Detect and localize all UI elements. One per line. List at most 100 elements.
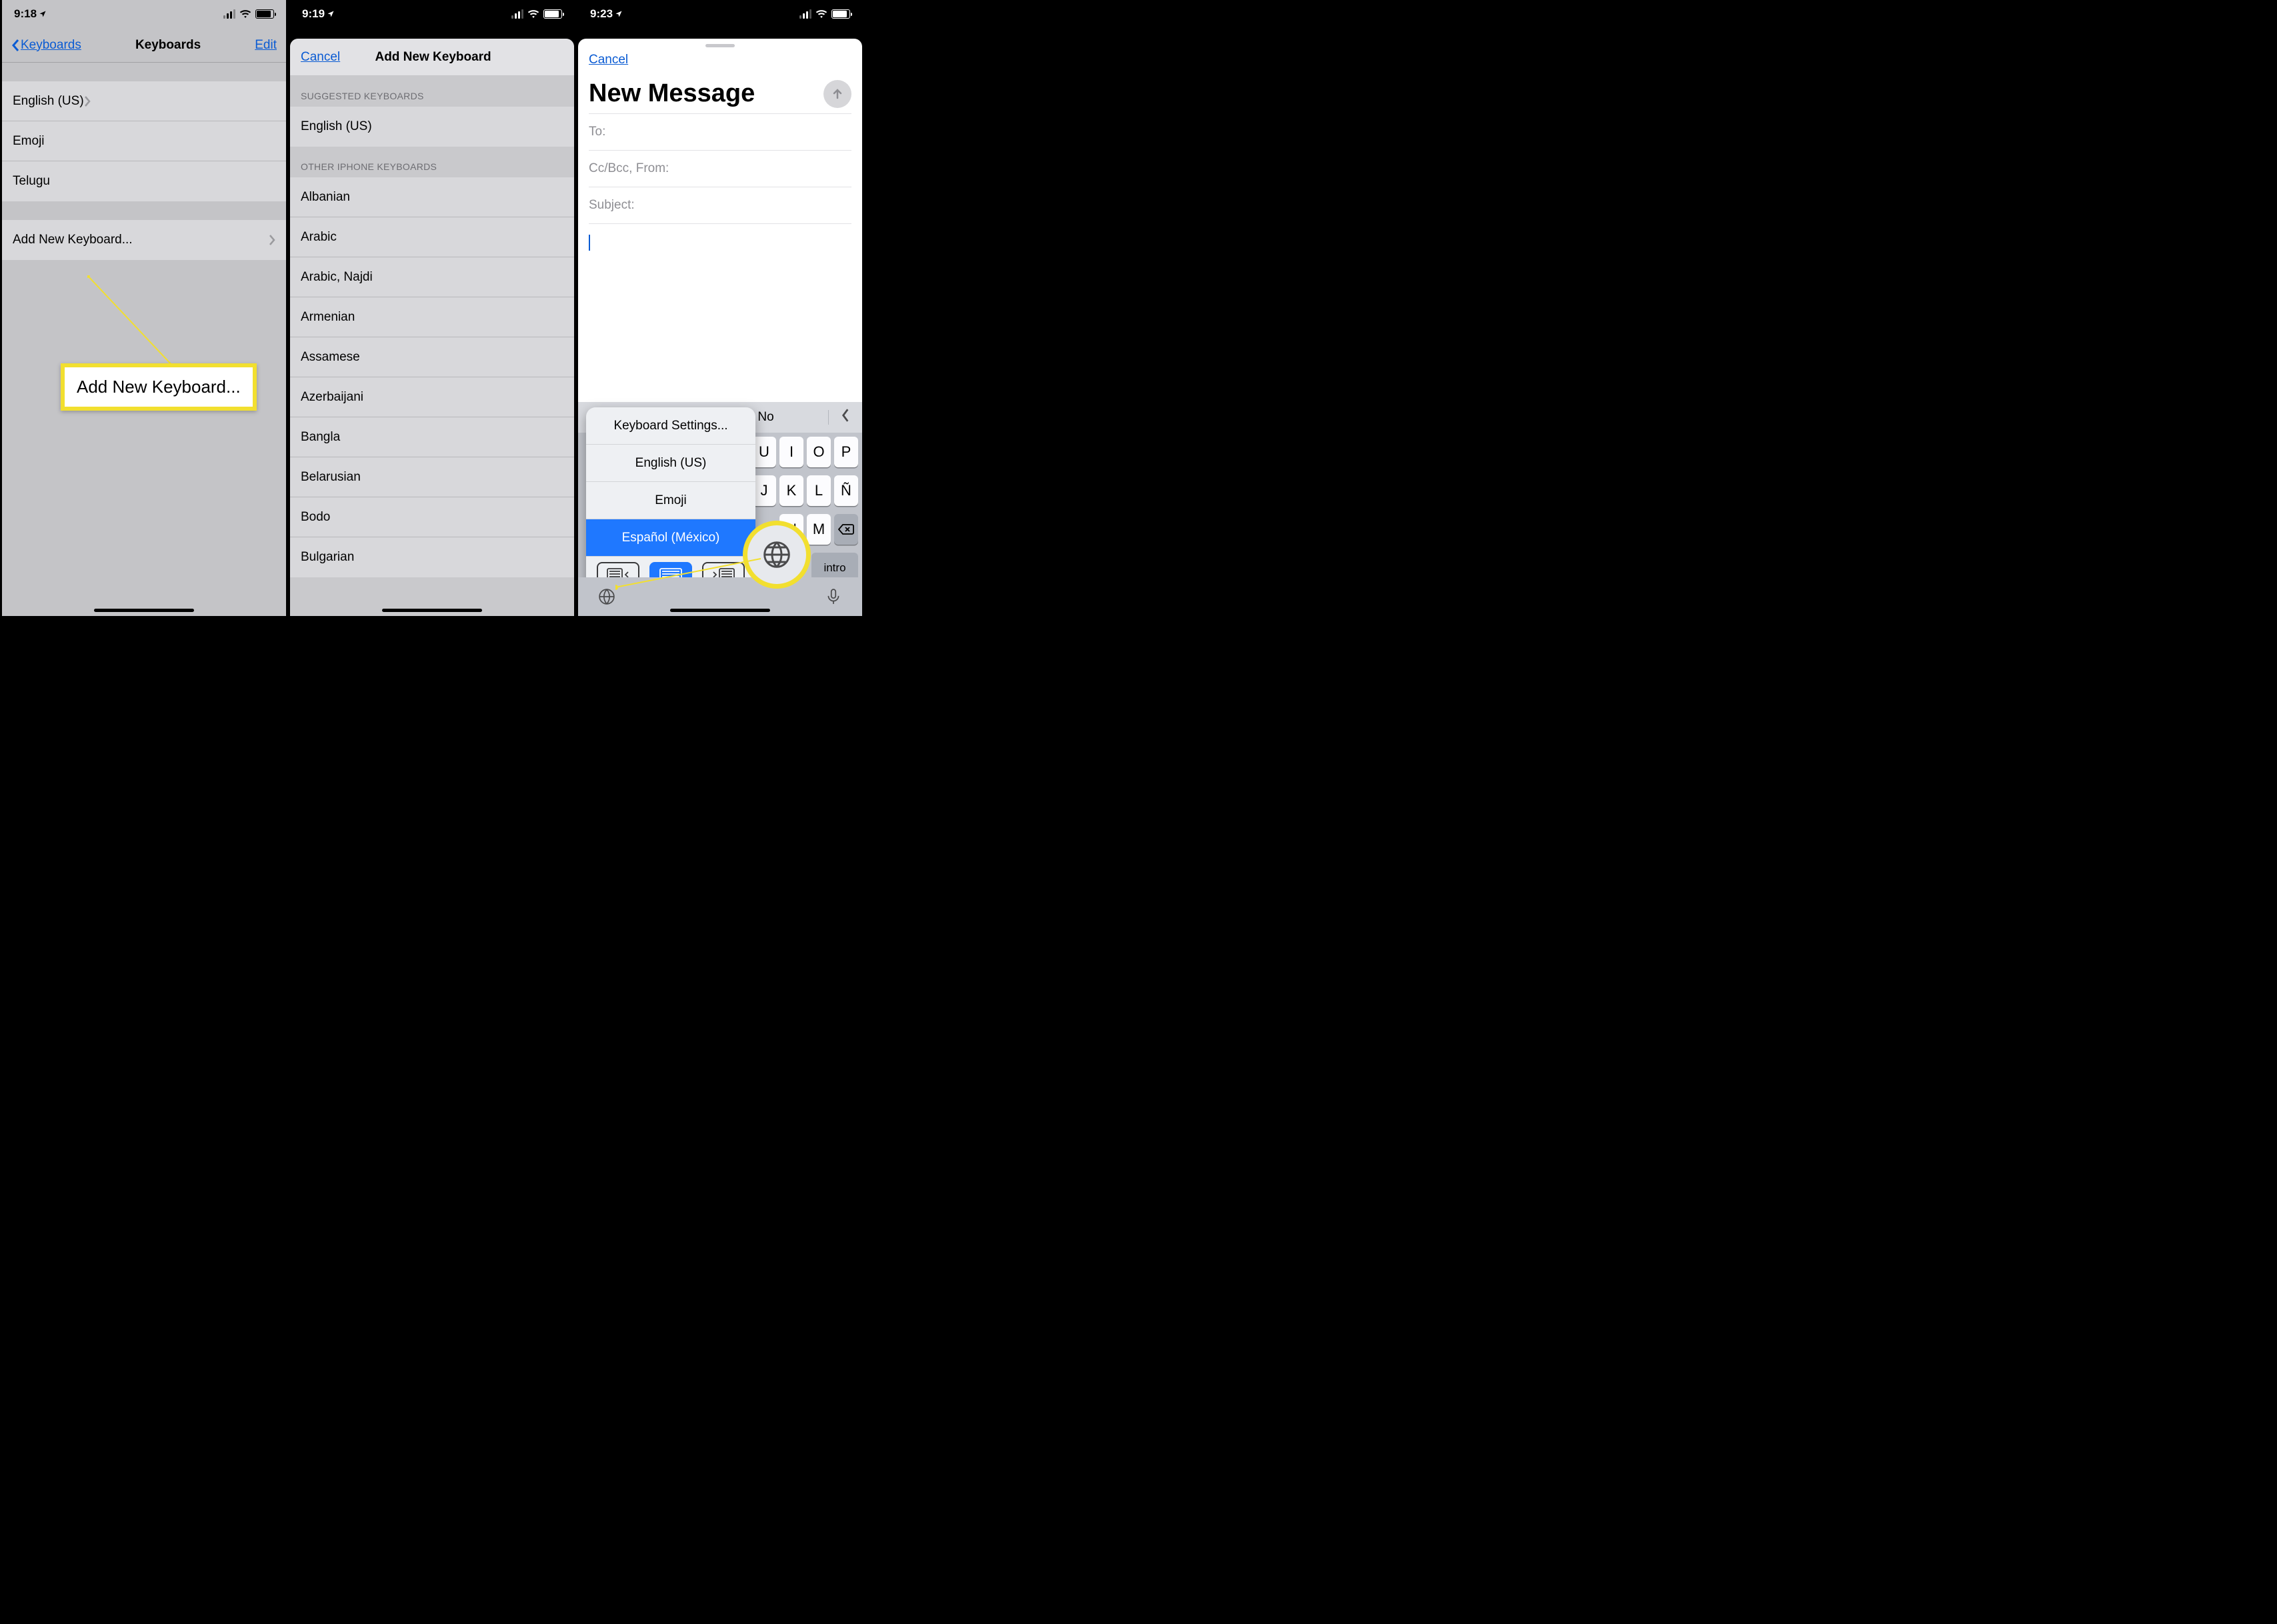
add-keyboard-section: Add New Keyboard... bbox=[2, 220, 286, 260]
other-keyboard-label: Assamese bbox=[301, 350, 360, 365]
backspace-key[interactable] bbox=[834, 514, 858, 545]
add-new-keyboard-row[interactable]: Add New Keyboard... bbox=[2, 220, 286, 260]
key[interactable]: L bbox=[807, 475, 831, 506]
keyboard-label: Telugu bbox=[13, 174, 50, 189]
subject-label: Subject: bbox=[589, 198, 635, 212]
backspace-icon bbox=[838, 523, 854, 535]
key[interactable]: P bbox=[834, 437, 858, 467]
key[interactable]: M bbox=[807, 514, 831, 545]
key[interactable]: K bbox=[779, 475, 803, 506]
battery-icon bbox=[255, 9, 274, 19]
keyboard-switcher-popover: Keyboard Settings... English (US) Emoji … bbox=[586, 407, 755, 593]
signal-icon bbox=[223, 9, 235, 19]
chevron-right-icon bbox=[84, 95, 91, 107]
other-keyboard-label: Arabic, Najdi bbox=[301, 270, 373, 285]
other-keyboard-label: Albanian bbox=[301, 190, 350, 205]
other-keyboard-row[interactable]: Arabic, Najdi bbox=[290, 257, 574, 297]
return-label: intro bbox=[823, 561, 845, 575]
enabled-keyboards-list: English (US) Emoji Telugu bbox=[2, 81, 286, 201]
other-keyboard-row[interactable]: Bulgarian bbox=[290, 537, 574, 577]
key[interactable]: O bbox=[807, 437, 831, 467]
keyboard-settings-option[interactable]: Keyboard Settings... bbox=[586, 407, 755, 445]
signal-icon bbox=[511, 9, 523, 19]
keyboard-option-selected[interactable]: Español (México) bbox=[586, 519, 755, 557]
key-label: O bbox=[813, 443, 824, 461]
home-indicator[interactable] bbox=[94, 609, 194, 612]
status-bar: 9:23 bbox=[578, 0, 862, 28]
edit-button[interactable]: Edit bbox=[255, 38, 277, 53]
other-keyboard-row[interactable]: Azerbaijani bbox=[290, 377, 574, 417]
callout-text: Add New Keyboard... bbox=[77, 377, 241, 397]
other-keyboard-row[interactable]: Albanian bbox=[290, 177, 574, 217]
body-field[interactable] bbox=[589, 223, 851, 261]
other-keyboard-label: Bangla bbox=[301, 430, 340, 445]
text-cursor bbox=[589, 235, 590, 251]
back-label: Keyboards bbox=[21, 38, 81, 53]
other-keyboard-row[interactable]: Belarusian bbox=[290, 457, 574, 497]
globe-icon bbox=[762, 540, 791, 569]
modal-sheet: Cancel Add New Keyboard SUGGESTED KEYBOA… bbox=[290, 39, 574, 616]
location-icon bbox=[327, 10, 335, 18]
keyboard-row[interactable]: Telugu bbox=[2, 161, 286, 201]
other-keyboard-label: Azerbaijani bbox=[301, 390, 363, 405]
keyboard-option[interactable]: Emoji bbox=[586, 482, 755, 519]
prediction-collapse[interactable] bbox=[829, 408, 862, 427]
other-keyboard-row[interactable]: Armenian bbox=[290, 297, 574, 337]
cancel-button[interactable]: Cancel bbox=[589, 53, 628, 67]
screen-keyboards-list: 9:18 Keyboards Keyboards Edit English (U… bbox=[0, 0, 288, 616]
ccbcc-label: Cc/Bcc, From: bbox=[589, 161, 669, 175]
wifi-icon bbox=[527, 9, 539, 19]
location-icon bbox=[615, 10, 623, 18]
modal-title: Add New Keyboard bbox=[340, 50, 526, 65]
home-indicator[interactable] bbox=[670, 609, 770, 612]
to-field[interactable]: To: bbox=[589, 113, 851, 150]
status-time: 9:19 bbox=[302, 7, 325, 21]
chevron-left-icon bbox=[841, 408, 850, 423]
other-keyboard-row[interactable]: Arabic bbox=[290, 217, 574, 257]
key[interactable]: I bbox=[779, 437, 803, 467]
key[interactable]: U bbox=[752, 437, 776, 467]
globe-highlight[interactable] bbox=[747, 525, 806, 584]
back-button[interactable]: Keyboards bbox=[11, 38, 81, 53]
other-header: OTHER IPHONE KEYBOARDS bbox=[290, 147, 574, 177]
status-time: 9:23 bbox=[590, 7, 613, 21]
key-label: P bbox=[841, 443, 851, 461]
other-keyboard-label: Bodo bbox=[301, 510, 330, 525]
key-label: U bbox=[759, 443, 769, 461]
location-icon bbox=[39, 10, 47, 18]
compose-title: New Message bbox=[589, 79, 755, 108]
home-indicator[interactable] bbox=[382, 609, 482, 612]
key[interactable]: J bbox=[752, 475, 776, 506]
key[interactable]: Ñ bbox=[834, 475, 858, 506]
annotation-callout: Add New Keyboard... bbox=[61, 363, 257, 411]
option-label: Keyboard Settings... bbox=[613, 419, 727, 433]
battery-icon bbox=[543, 9, 562, 19]
keyboard-label: English (US) bbox=[13, 94, 84, 109]
to-label: To: bbox=[589, 125, 605, 139]
status-bar: 9:19 bbox=[290, 0, 574, 28]
globe-icon[interactable] bbox=[598, 588, 615, 605]
suggested-header: SUGGESTED KEYBOARDS bbox=[290, 76, 574, 107]
option-label: Español (México) bbox=[622, 531, 720, 545]
other-keyboard-label: Bulgarian bbox=[301, 550, 354, 565]
status-time: 9:18 bbox=[14, 7, 37, 21]
other-keyboard-label: Armenian bbox=[301, 310, 355, 325]
send-button[interactable] bbox=[823, 80, 851, 108]
other-keyboard-label: Belarusian bbox=[301, 470, 361, 485]
other-keyboard-row[interactable]: Bangla bbox=[290, 417, 574, 457]
keyboard-row[interactable]: English (US) bbox=[2, 81, 286, 121]
keyboard-label: Emoji bbox=[13, 134, 45, 149]
ccbcc-field[interactable]: Cc/Bcc, From: bbox=[589, 150, 851, 187]
chevron-right-icon bbox=[269, 234, 275, 246]
other-keyboard-row[interactable]: Assamese bbox=[290, 337, 574, 377]
cancel-button[interactable]: Cancel bbox=[301, 50, 340, 65]
keyboard-option[interactable]: English (US) bbox=[586, 445, 755, 482]
key-label: K bbox=[787, 482, 797, 499]
suggested-keyboard-row[interactable]: English (US) bbox=[290, 107, 574, 147]
keyboard-row[interactable]: Emoji bbox=[2, 121, 286, 161]
chevron-left-icon bbox=[11, 39, 19, 52]
microphone-icon[interactable] bbox=[825, 588, 842, 605]
other-keyboard-row[interactable]: Bodo bbox=[290, 497, 574, 537]
subject-field[interactable]: Subject: bbox=[589, 187, 851, 223]
arrow-up-icon bbox=[831, 87, 844, 101]
